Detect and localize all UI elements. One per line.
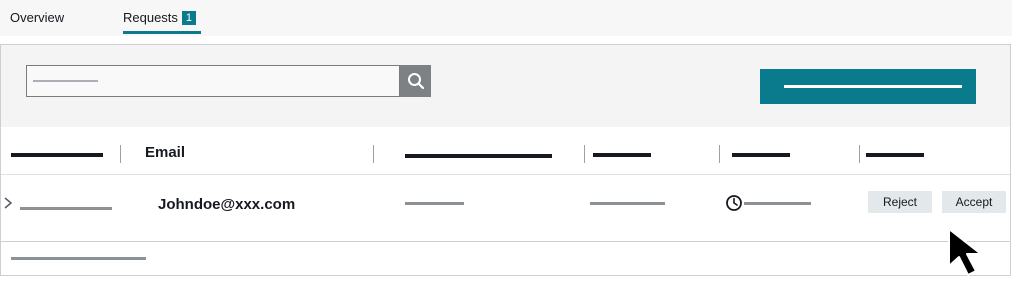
arrow-cursor-icon xyxy=(948,228,982,276)
column-header-email[interactable]: Email xyxy=(145,144,185,161)
column-divider[interactable] xyxy=(373,145,374,163)
toolbar xyxy=(1,45,1010,128)
column-header-1[interactable] xyxy=(11,153,103,157)
column-divider[interactable] xyxy=(719,145,720,163)
tab-bar: Overview Requests 1 xyxy=(0,0,1012,36)
column-header-4[interactable] xyxy=(593,153,651,157)
column-divider[interactable] xyxy=(859,145,860,163)
requests-panel: Email Johndoe@xxx.com Reject Accept xyxy=(0,44,1011,276)
primary-button-label-placeholder xyxy=(784,85,962,88)
column-header-5[interactable] xyxy=(732,153,790,157)
tab-requests-label: Requests xyxy=(123,10,178,25)
reject-button[interactable]: Reject xyxy=(868,191,932,213)
chevron-right-icon[interactable] xyxy=(3,196,13,210)
tab-overview-label: Overview xyxy=(10,10,65,25)
primary-action-button[interactable] xyxy=(760,69,976,104)
search-input[interactable] xyxy=(26,65,400,97)
table-row: Johndoe@xxx.com Reject Accept xyxy=(1,175,1010,242)
row-cell-3-placeholder xyxy=(405,202,464,205)
row-cell-4-placeholder xyxy=(590,202,665,205)
tab-requests[interactable]: Requests 1 xyxy=(123,10,197,25)
tab-overview[interactable]: Overview xyxy=(10,10,64,25)
row-cell-5-placeholder xyxy=(744,202,811,205)
table-header: Email xyxy=(1,127,1010,175)
search-button[interactable] xyxy=(400,65,431,97)
search-icon xyxy=(407,73,424,90)
active-tab-indicator xyxy=(123,31,201,34)
clock-icon xyxy=(726,195,742,211)
column-header-6[interactable] xyxy=(866,153,924,157)
footer-placeholder-line xyxy=(11,257,146,260)
row-cell-1-placeholder xyxy=(20,207,112,210)
requests-page: Overview Requests 1 Email Johndoe@xxx.co… xyxy=(0,0,1024,301)
search-placeholder-line xyxy=(33,80,98,82)
column-divider[interactable] xyxy=(120,145,121,163)
requests-count-badge: 1 xyxy=(181,11,197,25)
column-header-3[interactable] xyxy=(405,154,552,158)
accept-button[interactable]: Accept xyxy=(942,191,1006,213)
column-divider[interactable] xyxy=(584,145,585,163)
row-email: Johndoe@xxx.com xyxy=(158,196,296,213)
